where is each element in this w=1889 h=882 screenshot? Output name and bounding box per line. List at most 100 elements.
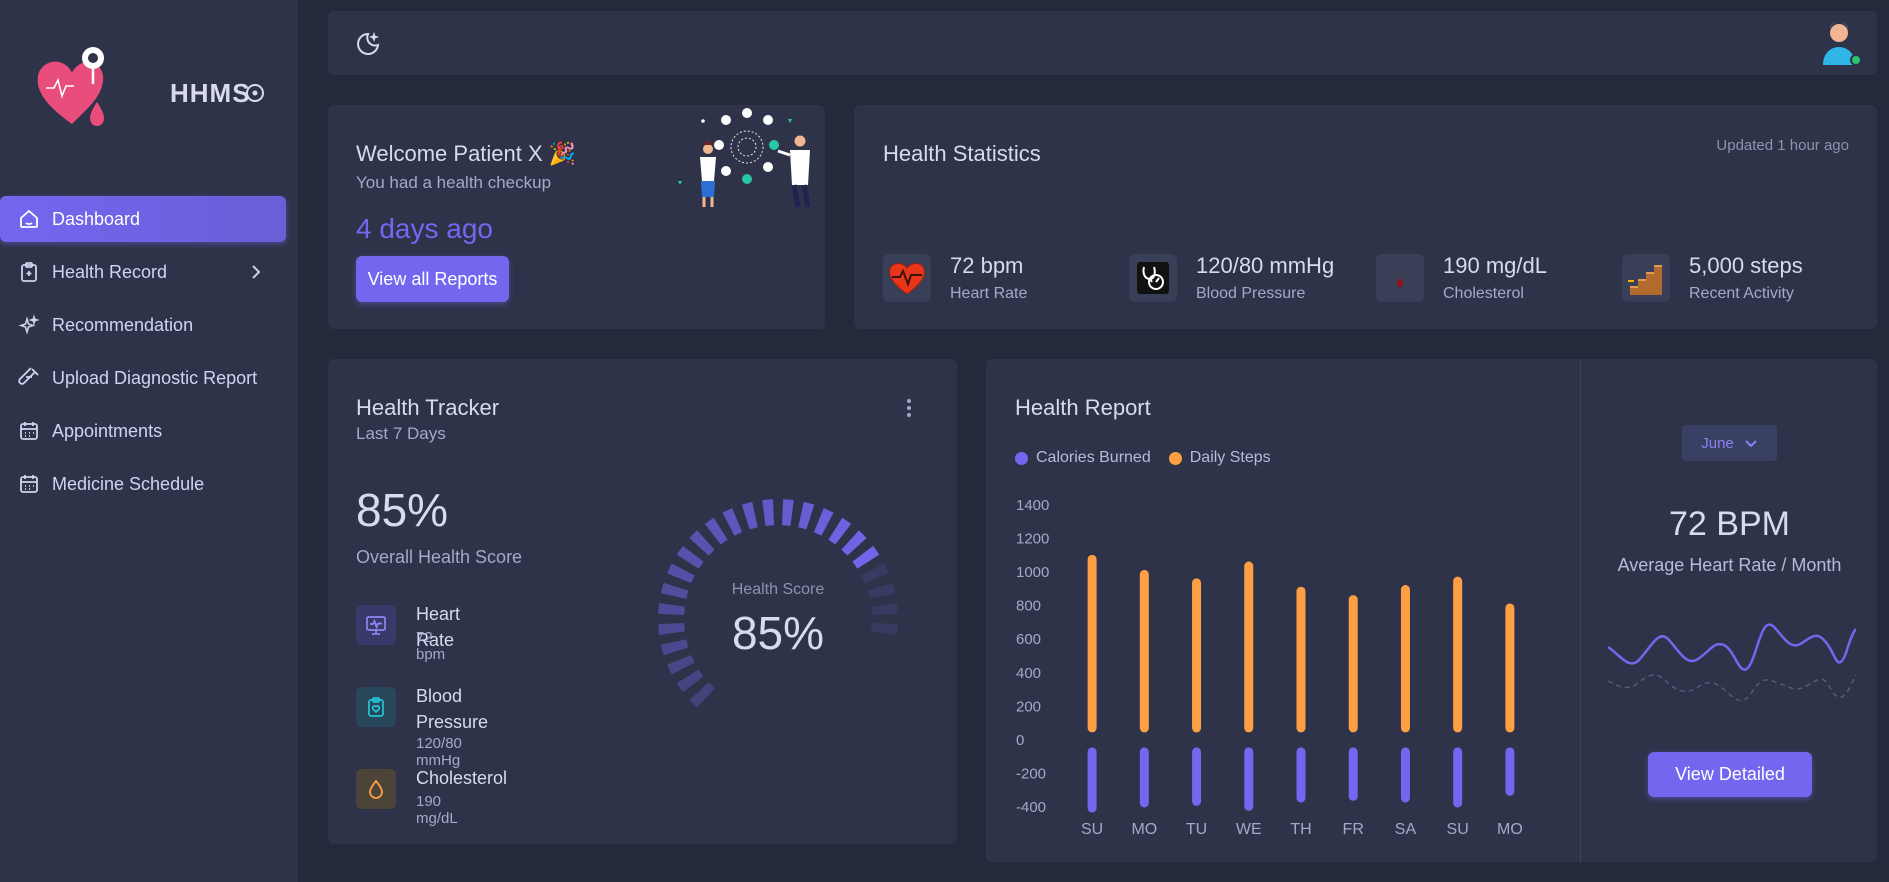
y-tick-label: 0 [1016, 732, 1024, 749]
overall-score-label: Overall Health Score [356, 547, 523, 567]
gauge-segment [722, 508, 743, 536]
month-dropdown[interactable]: June [1682, 425, 1777, 461]
legend-item-steps: Daily Steps [1168, 449, 1271, 467]
doctors-illustration-icon [678, 108, 811, 208]
gauge-segment [852, 545, 880, 569]
gauge-segment [781, 499, 794, 526]
gauge-segment [813, 508, 834, 536]
target-icon [246, 84, 264, 102]
welcome-title: Welcome Patient X 🎉 [356, 141, 577, 166]
gauge-label: Health Score [732, 581, 825, 598]
x-tick-label: MO [1497, 821, 1523, 838]
welcome-card: Welcome Patient X 🎉 You had a health che… [328, 105, 825, 329]
divider [1580, 359, 1581, 862]
clipboard-icon [21, 262, 37, 282]
heart-rate-sparkline [1607, 623, 1856, 702]
gauge-value: 85% [732, 607, 824, 659]
metric-value: 120/80 mmHg [416, 735, 462, 769]
sidebar-item-medicine-schedule[interactable]: Medicine Schedule [0, 461, 286, 507]
sparkline-previous [1607, 674, 1856, 702]
gauge-segment [676, 669, 704, 693]
y-tick-label: 600 [1016, 631, 1041, 648]
sparkles-icon [18, 314, 40, 335]
gauge-segment [660, 639, 689, 656]
clipboard-heart-icon [356, 687, 396, 727]
sidebar-item-health-record[interactable]: Health Record [0, 249, 286, 295]
gauge-segment [762, 499, 775, 526]
health-score-gauge: Health Score 85% [658, 499, 898, 708]
stats-title: Health Statistics [883, 141, 1041, 166]
avatar[interactable] [1819, 19, 1863, 67]
chart-legend: Calories Burned Daily Steps [1015, 449, 1289, 467]
y-tick-label: 1200 [1016, 531, 1049, 548]
stat-label: Recent Activity [1689, 285, 1794, 302]
gauge-segment [667, 563, 695, 584]
stat-value: 72 bpm [950, 253, 1024, 278]
legend-dot [1168, 451, 1182, 465]
stat-label: Heart Rate [950, 285, 1028, 302]
chevron-down-icon [1745, 440, 1757, 448]
brand[interactable]: HHMS [34, 46, 284, 136]
stat-value: 5,000 steps [1689, 253, 1803, 278]
sidebar-item-label: Dashboard [52, 208, 141, 229]
stethoscope-icon [1129, 254, 1177, 302]
x-tick-label: TU [1186, 821, 1207, 838]
report-title: Health Report [1015, 395, 1151, 420]
chevron-right-icon [252, 265, 261, 279]
gauge-segment [741, 501, 758, 530]
sidebar-item-recommendation[interactable]: Recommendation [0, 302, 286, 348]
stat-value: 120/80 mmHg [1196, 253, 1335, 278]
calendar-icon [20, 475, 38, 493]
sidebar-item-label: Recommendation [52, 314, 194, 335]
moon-icon[interactable] [354, 30, 382, 58]
gauge-segment [676, 545, 704, 569]
x-tick-label: WE [1236, 821, 1262, 838]
legend-dot [1015, 451, 1028, 465]
overall-score-value: 85% [356, 484, 449, 536]
topbar [328, 11, 1877, 75]
gauge-segment [704, 517, 728, 545]
average-bpm-value: 72 BPM [1669, 505, 1790, 543]
y-tick-label: 200 [1016, 698, 1041, 715]
tracker-subtitle: Last 7 Days [356, 424, 446, 443]
sidebar-nav: Dashboard Health Record Recommendation U… [0, 196, 286, 514]
legend-label: Daily Steps [1189, 449, 1271, 466]
gauge-segment [841, 530, 867, 556]
sidebar-item-dashboard[interactable]: Dashboard [0, 196, 286, 242]
gauge-segment [667, 654, 695, 675]
sidebar-item-appointments[interactable]: Appointments [0, 408, 286, 454]
sidebar-item-upload-diagnostic-report[interactable]: Upload Diagnostic Report [0, 355, 286, 401]
month-dropdown-value: June [1701, 434, 1734, 452]
health-statistics-card: Health Statistics Updated 1 hour ago 72 … [854, 105, 1877, 329]
gauge-segment [689, 530, 715, 556]
legend-item-calories: Calories Burned [1015, 449, 1151, 467]
legend-label: Calories Burned [1036, 449, 1151, 466]
y-tick-label: 400 [1016, 665, 1041, 682]
gauge-segment [798, 501, 815, 530]
gauge-segment [871, 622, 898, 635]
stat-value: 190 mg/dL [1443, 253, 1547, 278]
gauge-segment [658, 622, 685, 635]
metric-value: 72 bpm [416, 629, 446, 663]
gauge-segment [861, 563, 889, 584]
y-tick-label: -400 [1016, 799, 1046, 816]
health-report-card: Health Report Calories Burned Daily Step… [986, 359, 1877, 862]
health-tracker-card: Health Tracker Last 7 Days 85% Overall H… [328, 359, 957, 844]
sidebar-item-label: Upload Diagnostic Report [52, 367, 258, 388]
sidebar-item-label: Health Record [52, 261, 168, 282]
gauge-segment [658, 603, 685, 616]
more-vertical-icon[interactable] [905, 397, 913, 419]
x-tick-label: SA [1395, 821, 1417, 838]
stat-label: Cholesterol [1443, 285, 1524, 302]
view-detailed-button[interactable]: View Detailed [1648, 752, 1812, 797]
x-tick-label: SU [1447, 821, 1469, 838]
stats-updated-time: Updated 1 hour ago [1716, 137, 1849, 154]
view-all-reports-button[interactable]: View all Reports [356, 256, 509, 302]
y-tick-label: 1000 [1016, 564, 1049, 581]
gauge-segment [689, 682, 715, 708]
y-tick-label: 1400 [1016, 497, 1049, 514]
gauge-segment [828, 517, 852, 545]
app-name: HHMS [170, 78, 251, 108]
welcome-subtitle: You had a health checkup [356, 173, 552, 192]
x-tick-label: TH [1290, 821, 1311, 838]
